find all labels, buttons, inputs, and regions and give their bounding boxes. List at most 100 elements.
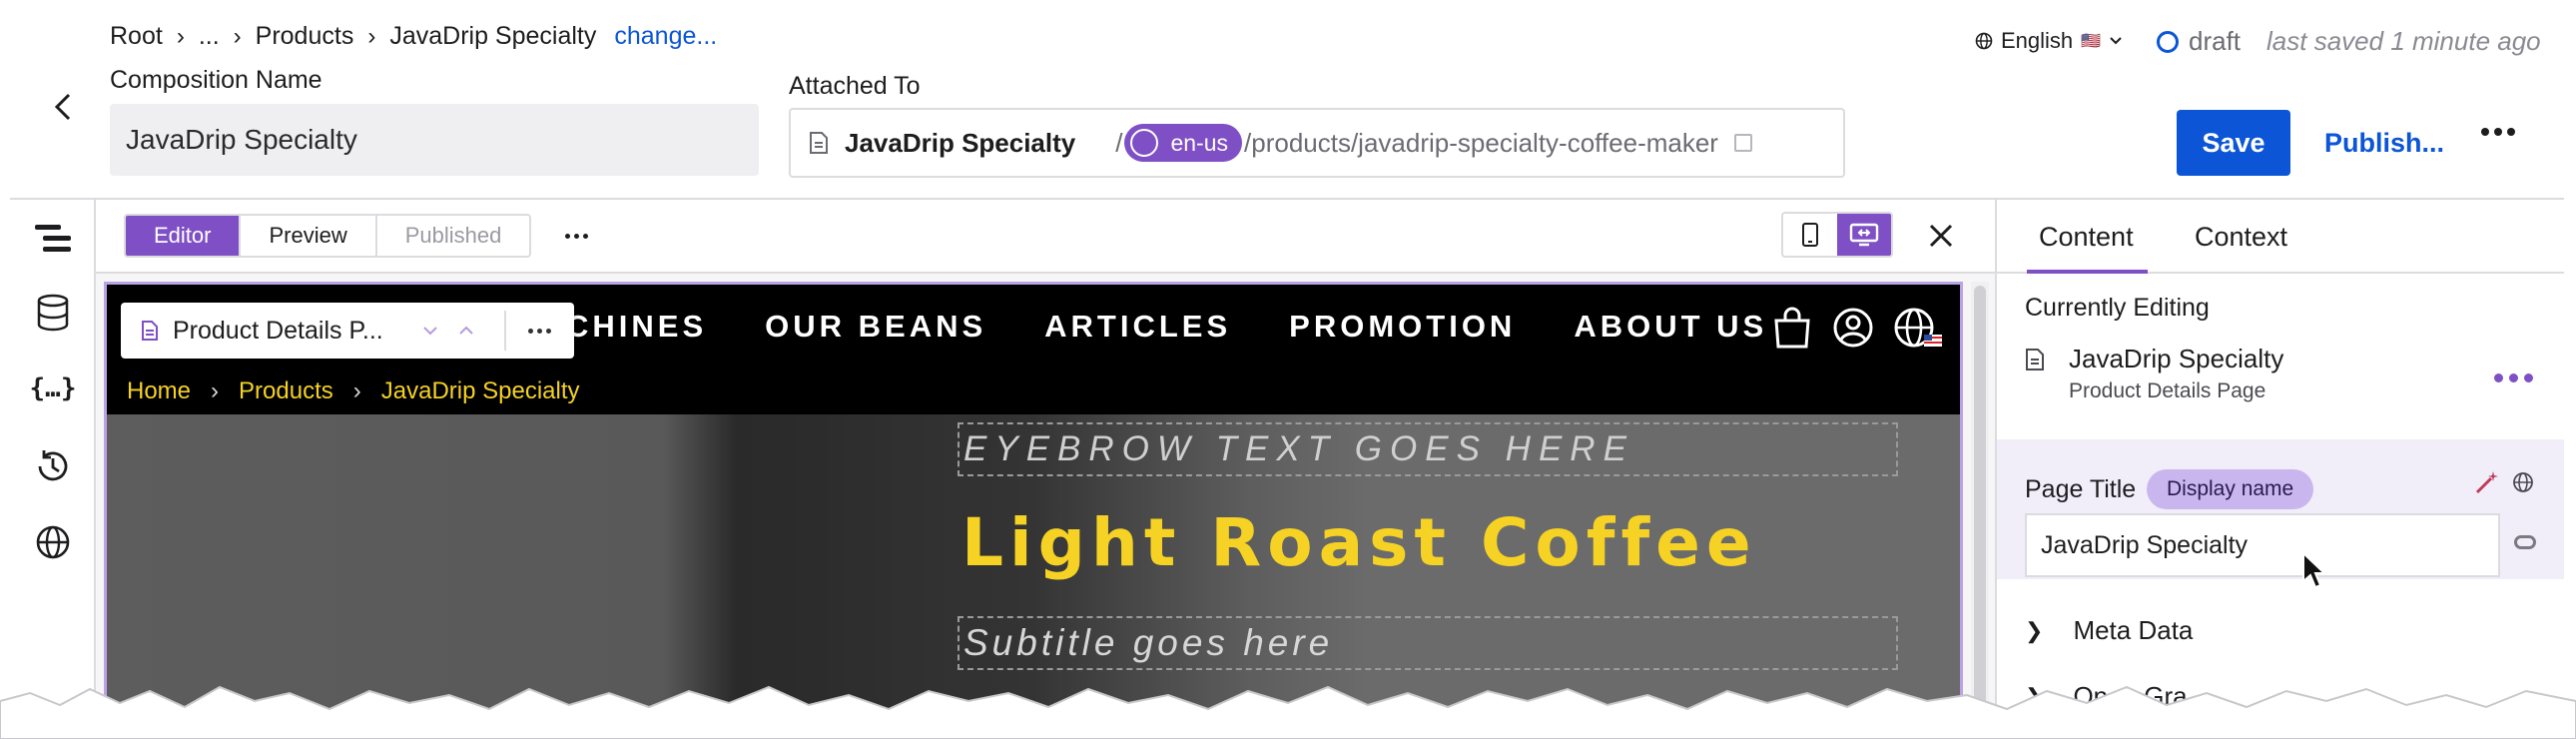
composition-name-label: Composition Name [110,66,322,94]
page-title-input[interactable]: JavaDrip Specialty [2025,513,2500,577]
page-title-label: Page Title [2025,475,2137,503]
save-button[interactable]: Save [2177,110,2290,176]
chevron-up-icon[interactable] [458,326,474,336]
copy-icon[interactable] [1733,134,1752,152]
panel-tabs: Content Context [1997,200,2564,274]
path-separator: / [1115,127,1123,158]
language-globe-icon[interactable] [1894,307,1944,351]
chevron-down-icon[interactable] [422,326,438,336]
draft-status-icon [2157,30,2179,53]
locale-code: en-us [1170,129,1229,156]
attached-to-field[interactable]: JavaDrip Specialty / en-us /products/jav… [789,108,1845,178]
us-flag-icon: 🇺🇸 [2081,33,2102,50]
document-icon [2026,348,2044,370]
tab-content[interactable]: Content [2027,222,2148,274]
tab-editor[interactable]: Editor [126,216,242,256]
attached-to-label: Attached To [789,72,921,100]
breadcrumb-current: JavaDrip Specialty [389,22,597,50]
tab-preview[interactable]: Preview [241,216,377,256]
component-nav [422,326,474,336]
tab-published[interactable]: Published [377,216,530,256]
nav-link-our-beans[interactable]: OUR BEANS [765,309,986,345]
language-label: English [2001,28,2074,53]
currently-editing-name: JavaDrip Specialty [2069,344,2284,373]
torn-edge-decoration [0,685,2576,739]
locale-badge: en-us [1124,124,1243,162]
shopping-bag-icon[interactable] [1772,307,1812,349]
currently-editing-entry: JavaDrip Specialty [2025,344,2283,374]
desktop-icon [1849,223,1879,247]
attached-entry-name: JavaDrip Specialty [845,127,1076,158]
composition-name-input[interactable]: JavaDrip Specialty [110,104,759,176]
mobile-view-button[interactable] [1783,214,1837,256]
site-breadcrumb-products[interactable]: Products [239,377,333,405]
component-more-icon[interactable] [528,329,551,334]
accordion-meta-data-label: Meta Data [2073,615,2194,645]
structure-icon[interactable] [32,218,74,260]
magic-wand-icon[interactable] [2474,469,2500,495]
preview-canvas: CHINES OUR BEANS ARTICLES PROMOTION ABOU… [96,274,1995,739]
close-icon[interactable] [1923,218,1959,254]
breadcrumb-ellipsis[interactable]: ... [199,22,220,51]
globe-icon [1130,129,1159,157]
entry-more-icon[interactable] [2494,373,2533,382]
document-icon [142,321,158,341]
mobile-icon [1802,223,1818,247]
hero-eyebrow[interactable]: EYEBROW TEXT GOES HERE [958,422,1898,476]
hero-title[interactable]: Light Roast Coffee [962,504,1757,581]
desktop-view-button[interactable] [1837,214,1891,256]
change-link[interactable]: change... [614,22,717,51]
chevron-left-icon [54,93,71,121]
nav-link-articles[interactable]: ARTICLES [1044,309,1231,345]
nav-link-machines[interactable]: CHINES [566,309,707,345]
user-account-icon[interactable] [1832,307,1874,349]
site-navigation: CHINES OUR BEANS ARTICLES PROMOTION ABOU… [107,285,1960,369]
chevron-right-icon: › [176,22,185,50]
globe-icon[interactable] [2512,471,2534,493]
preview-scrollbar-thumb[interactable] [1974,286,1986,725]
more-options-icon[interactable] [2481,128,2515,136]
chevron-right-icon: › [211,377,220,404]
link-icon[interactable] [2514,535,2536,549]
status-label: draft [2189,26,2242,56]
toolbar-more-icon[interactable] [565,234,588,239]
breadcrumb-products[interactable]: Products [256,22,354,51]
site-breadcrumb-current: JavaDrip Specialty [380,377,580,404]
composition-header: Root › ... › Products › JavaDrip Special… [10,0,2564,200]
currently-editing-type: Product Details Page [2069,379,2266,402]
attached-path: /products/javadrip-specialty-coffee-make… [1244,127,1718,158]
nav-link-promotion[interactable]: PROMOTION [1289,309,1516,345]
divider [504,311,506,351]
database-icon[interactable] [32,292,74,334]
breadcrumb-root[interactable]: Root [110,22,163,51]
chevron-right-icon: › [233,22,242,50]
last-saved-label: last saved 1 minute ago [2266,26,2541,56]
site-breadcrumb-home[interactable]: Home [127,377,191,405]
publish-status: draft last saved 1 minute ago [2157,26,2541,57]
chevron-right-icon: ❯ [2025,617,2044,643]
globe-icon [1975,32,1993,50]
code-braces-icon[interactable]: {…} [30,368,77,409]
device-toggle [1781,212,1893,258]
accordion-meta-data[interactable]: ❯ Meta Data [2025,615,2193,646]
tab-context[interactable]: Context [2195,222,2287,253]
nav-icons [1772,307,1944,351]
currently-editing-heading: Currently Editing [2025,294,2210,322]
left-sidebar: {…} [10,200,96,739]
globe-icon[interactable] [32,521,74,563]
component-selector[interactable]: Product Details P... [121,303,574,359]
chevron-down-icon [2110,37,2122,45]
language-select[interactable]: English 🇺🇸 [1975,28,2123,54]
component-name: Product Details P... [173,316,383,345]
back-button[interactable] [38,82,88,132]
document-icon [810,132,828,154]
chevron-right-icon: › [367,22,376,50]
nav-link-about-us[interactable]: ABOUT US [1574,309,1767,345]
publish-button[interactable]: Publish... [2324,110,2444,176]
hero-subtitle[interactable]: Subtitle goes here [958,616,1898,670]
mode-switcher: Editor Preview Published [124,214,532,258]
preview-frame: CHINES OUR BEANS ARTICLES PROMOTION ABOU… [104,282,1963,739]
site-breadcrumb: Home › Products › JavaDrip Specialty [107,369,1960,414]
history-icon[interactable] [32,445,74,487]
properties-panel: Content Context Currently Editing JavaDr… [1995,200,2564,739]
